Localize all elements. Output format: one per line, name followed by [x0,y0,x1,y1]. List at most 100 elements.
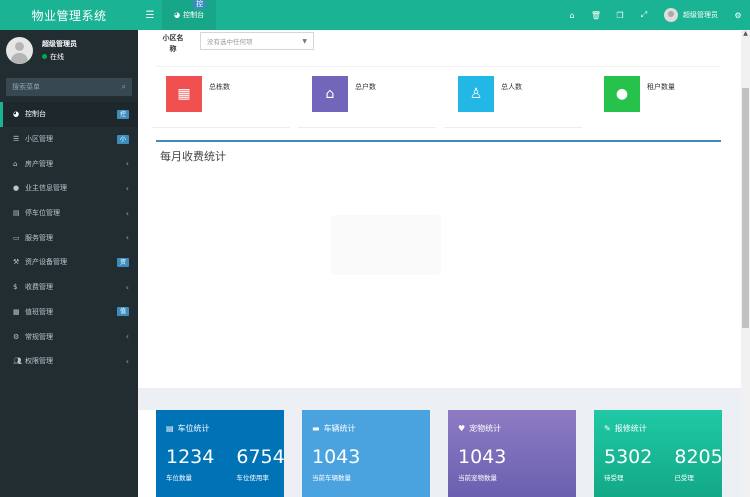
sidebar-item-property[interactable]: ⌂ 房产管理 ‹ [0,151,138,176]
select-placeholder: 没有选中任何项 [207,38,253,46]
stat-label: 车位数量 [166,474,192,482]
sidebar-item-label: 服务管理 [25,233,53,242]
info-box-label: 总户数 [355,83,376,91]
users-icon: 👥︎ [13,357,22,366]
top-header: 物业管理系统 ☰ ◕ 控制台 控 ⌂ 🗑︎ ❐ ⤢ 超级管理员 ⚙ [0,0,750,30]
sidebar-item-owners[interactable]: ● 业主信息管理 ‹ [0,176,138,201]
home-icon[interactable]: ⌂ [560,0,584,30]
sidebar-item-community[interactable]: ☰ 小区管理 小 [0,127,138,152]
sidebar-search: ⌕ [6,78,132,96]
trash-icon[interactable]: 🗑︎ [584,0,608,30]
section-gap [138,388,741,410]
info-boxes: ▦ 总栋数 ⌂ 总户数 ♙ 总人数 ● 租户数量 [152,76,750,128]
filter-label: 小区名称 [162,34,184,53]
sidebar-item-label: 房产管理 [25,159,53,168]
search-input[interactable] [12,83,122,91]
film-icon: ▤ [166,424,174,433]
chevron-left-icon: ‹ [125,356,129,366]
chevron-left-icon: ‹ [125,183,129,193]
film-icon: ▤ [13,209,20,218]
chart-area [156,170,721,388]
tab-badge: 控 [193,0,207,9]
user-menu[interactable]: 超级管理员 [656,8,726,22]
info-box-people: ♙ 总人数 [444,76,604,128]
stat-card-vehicles: ▬ 车辆统计 1043 当前车辆数量 [302,410,430,497]
sidebar-item-general[interactable]: ⚙ 常规管理 ‹ [0,324,138,349]
menu-badge: 值 [116,307,129,317]
sidebar-item-label: 资产设备管理 [25,258,67,267]
settings-icon[interactable]: ⚙ [726,0,750,30]
scroll-thumb[interactable] [742,88,749,328]
stat-card-parking: ▤ 车位统计 1234 车位数量 6754 车位使用率 [156,410,285,497]
dashboard-icon: ◕ [174,11,181,19]
sidebar-item-label: 权限管理 [25,357,53,366]
stat-card-pets: ♥ 宠物统计 1043 当前宠物数量 [448,410,576,497]
sidebar-item-parking[interactable]: ▤ 停车位管理 ‹ [0,201,138,226]
dollar-icon: $ [13,283,18,292]
sidebar-item-fees[interactable]: $ 收费管理 ‹ [0,275,138,300]
stat-value: 1234 [166,446,215,468]
info-box-tenants: ● 租户数量 [604,76,750,116]
bars-icon[interactable]: ☰ [138,0,162,30]
header-user-name: 超级管理员 [683,11,718,19]
tab-label: 控制台 [183,11,205,19]
fullscreen-icon[interactable]: ⤢ [632,0,656,30]
chevron-left-icon: ‹ [125,208,129,218]
sidebar-item-label: 收费管理 [25,283,53,292]
dashboard-icon: ◕ [13,110,20,119]
user-status: 在线 [42,52,77,62]
info-box-households: ⌂ 总户数 [298,76,458,128]
main-content: 小区名称 没有选中任何项 ▼ ▦ 总栋数 ⌂ 总户数 ♙ 总人数 ● 租户数量 … [138,30,741,497]
user-panel: 超级管理员 在线 [0,30,138,70]
stat-card-title: 车辆统计 [323,424,356,433]
divider [156,66,721,67]
stat-card-title: 车位统计 [177,424,210,433]
keyboard-icon: ▭ [13,233,20,242]
community-select[interactable]: 没有选中任何项 ▼ [200,32,314,50]
stat-cards: ▤ 车位统计 1234 车位数量 6754 车位使用率 ▬ 车辆统计 1043 当前车辆数… [156,410,741,497]
avatar [664,8,678,22]
chevron-left-icon: ‹ [125,233,129,243]
sidebar: 超级管理员 在线 ⌕ ◕ 控制台 控 ☰ 小区管理 小 ⌂ 房产管理 ‹ ● 业… [0,30,138,497]
stat-label: 当前车辆数量 [312,474,351,482]
avatar [6,36,33,64]
stat-label: 当前宠物数量 [458,474,497,482]
menu-badge: 控 [116,109,129,119]
info-box-label: 租户数量 [647,83,675,91]
stat-value: 8205 [674,446,723,468]
menu-badge: 资 [116,257,129,267]
scroll-up-icon[interactable]: ▲ [741,30,750,39]
scrollbar[interactable]: ▲ [741,30,750,497]
search-icon[interactable]: ⌕ [122,82,126,92]
app-title[interactable]: 物业管理系统 [0,0,138,30]
stat-label: 待受理 [604,474,624,482]
truck-icon: ▬ [312,424,320,433]
stat-card-repairs: ✎ 报修统计 5302 待受理 8205 已受理 [594,410,723,497]
copy-icon[interactable]: ❐ [608,0,632,30]
chevron-left-icon: ‹ [125,282,129,292]
sidebar-item-label: 业主信息管理 [25,184,67,193]
list-icon: ☰ [13,135,20,144]
home-icon: ⌂ [312,76,348,112]
chevron-left-icon: ‹ [125,159,129,169]
info-box-label: 总人数 [501,83,522,91]
sidebar-item-assets[interactable]: ⚒ 资产设备管理 资 [0,250,138,275]
sidebar-item-service[interactable]: ▭ 服务管理 ‹ [0,225,138,250]
cogs-icon: ⚙ [13,332,20,341]
stat-card-title: 宠物统计 [469,424,502,433]
sidebar-item-label: 常规管理 [25,332,53,341]
tab-dashboard[interactable]: ◕ 控制台 控 [162,0,217,30]
chart-title: 每月收费统计 [160,150,226,163]
stat-value: 5302 [604,446,653,468]
chart-placeholder [331,215,441,275]
sidebar-item-duty[interactable]: ▦ 值班管理 值 [0,300,138,325]
sidebar-item-dashboard[interactable]: ◕ 控制台 控 [0,102,138,127]
community-filter: 小区名称 没有选中任何项 ▼ [160,32,314,55]
status-text: 在线 [50,52,64,61]
sidebar-menu: ◕ 控制台 控 ☰ 小区管理 小 ⌂ 房产管理 ‹ ● 业主信息管理 ‹ ▤ 停… [0,102,138,374]
chevron-left-icon: ‹ [125,332,129,342]
sidebar-item-label: 值班管理 [25,307,53,316]
monthly-fee-chart-panel: 每月收费统计 [156,140,721,388]
stat-value: 1043 [312,446,361,468]
sidebar-item-permissions[interactable]: 👥︎ 权限管理 ‹ [0,349,138,374]
